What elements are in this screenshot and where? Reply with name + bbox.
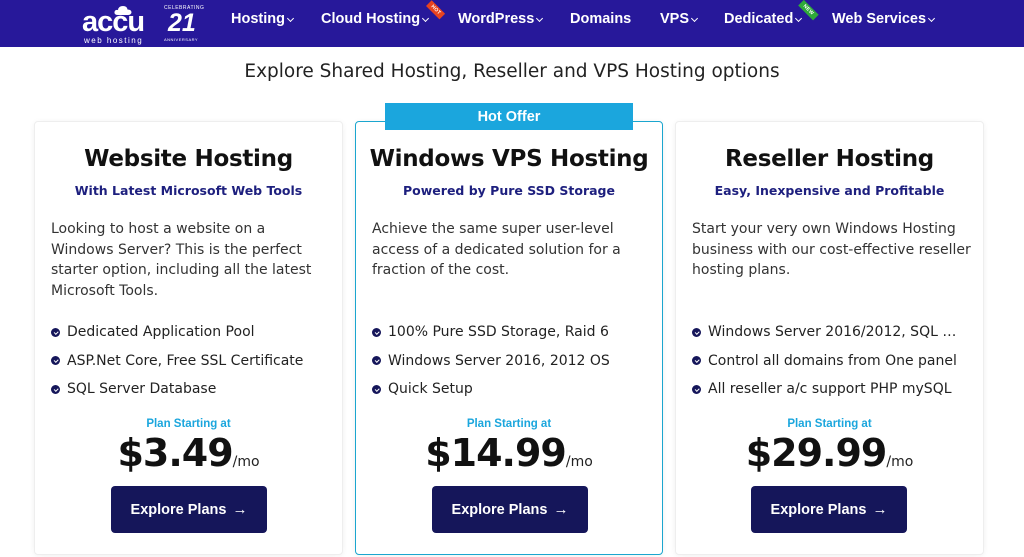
section-subtitle: Explore Shared Hosting, Reseller and VPS… bbox=[244, 61, 780, 82]
nav-item-wordpress[interactable]: WordPress bbox=[458, 11, 544, 27]
chevron-down-icon bbox=[422, 14, 430, 22]
arrow-right-icon: → bbox=[553, 501, 569, 518]
plan-tagline: With Latest Microsoft Web Tools bbox=[74, 183, 303, 198]
check-circle-icon bbox=[51, 384, 60, 394]
feature-list: Dedicated Application Pool ASP.Net Core,… bbox=[51, 318, 336, 404]
hot-offer-badge: Hot Offer bbox=[385, 103, 633, 130]
arrow-right-icon: → bbox=[872, 501, 888, 518]
nav-item-cloud-hosting[interactable]: Cloud Hosting bbox=[321, 11, 430, 27]
list-item: SQL Server Database bbox=[51, 375, 336, 404]
price-period: /mo bbox=[886, 454, 914, 470]
check-circle-icon bbox=[372, 327, 381, 337]
nav-label: Domains bbox=[570, 11, 632, 27]
list-item: Windows Server 2016, 2012 OS bbox=[372, 347, 657, 376]
plan-starting-label: Plan Starting at bbox=[146, 418, 231, 430]
explore-plans-button[interactable]: Explore Plans → bbox=[751, 486, 907, 533]
price-row: $29.99/mo bbox=[676, 431, 983, 475]
nav-item-dedicated[interactable]: Dedicated bbox=[724, 11, 803, 27]
feature-list: Windows Server 2016/2012, SQL 2... Contr… bbox=[692, 318, 977, 404]
feature-text: All reseller a/c support PHP mySQL bbox=[708, 381, 952, 398]
plan-starting-label: Plan Starting at bbox=[787, 418, 872, 430]
check-circle-icon bbox=[692, 384, 701, 394]
feature-text: Control all domains from One panel bbox=[708, 352, 957, 369]
check-circle-icon bbox=[372, 384, 381, 394]
check-circle-icon bbox=[51, 327, 60, 337]
plan-title: Reseller Hosting bbox=[725, 146, 934, 172]
explore-plans-button[interactable]: Explore Plans → bbox=[111, 486, 267, 533]
nav-label: Web Services bbox=[832, 11, 927, 27]
feature-text: Windows Server 2016, 2012 OS bbox=[388, 352, 610, 369]
list-item: Dedicated Application Pool bbox=[51, 318, 336, 347]
feature-text: 100% Pure SSD Storage, Raid 6 bbox=[388, 324, 609, 341]
check-circle-icon bbox=[51, 356, 60, 366]
nav-label: WordPress bbox=[458, 11, 535, 27]
plan-price: $14.99 bbox=[425, 431, 567, 475]
plan-tagline: Easy, Inexpensive and Profitable bbox=[714, 183, 945, 198]
hot-ribbon: HOT bbox=[426, 0, 446, 20]
list-item: 100% Pure SSD Storage, Raid 6 bbox=[372, 318, 657, 347]
plan-description: Achieve the same super user-level access… bbox=[372, 221, 621, 279]
anniversary-number: 21 bbox=[168, 9, 196, 37]
price-row: $14.99/mo bbox=[356, 431, 662, 475]
plan-card-reseller-hosting: Reseller Hosting Easy, Inexpensive and P… bbox=[675, 121, 984, 555]
list-item: Windows Server 2016/2012, SQL 2... bbox=[692, 318, 977, 347]
nav-label: Dedicated bbox=[724, 11, 794, 27]
chevron-down-icon bbox=[795, 14, 803, 22]
list-item: Control all domains from One panel bbox=[692, 347, 977, 376]
button-label: Explore Plans bbox=[770, 501, 867, 518]
brand-logo[interactable]: accu web hosting CELEBRATING 21 ANNIVERS… bbox=[82, 3, 204, 45]
price-period: /mo bbox=[232, 454, 260, 470]
brand-tagline: web hosting bbox=[84, 36, 144, 45]
feature-text: ASP.Net Core, Free SSL Certificate bbox=[67, 352, 304, 369]
nav-label: Cloud Hosting bbox=[321, 11, 421, 27]
nav-label: VPS bbox=[660, 11, 690, 27]
chevron-down-icon bbox=[286, 14, 295, 22]
nav-item-web-services[interactable]: Web Services bbox=[832, 11, 936, 27]
plan-description: Start your very own Windows Hosting busi… bbox=[692, 221, 971, 279]
nav-item-hosting[interactable]: Hosting bbox=[231, 11, 295, 27]
anniversary-badge: CELEBRATING 21 ANNIVERSARY bbox=[164, 5, 204, 43]
top-navbar: accu web hosting CELEBRATING 21 ANNIVERS… bbox=[0, 0, 1024, 47]
list-item: Quick Setup bbox=[372, 375, 657, 404]
feature-list: 100% Pure SSD Storage, Raid 6 Windows Se… bbox=[372, 318, 657, 404]
plan-price: $29.99 bbox=[745, 431, 888, 475]
plan-title: Website Hosting bbox=[84, 146, 293, 172]
check-circle-icon bbox=[692, 327, 701, 337]
arrow-right-icon: → bbox=[232, 501, 248, 518]
list-item: ASP.Net Core, Free SSL Certificate bbox=[51, 347, 336, 376]
nav-label: Hosting bbox=[231, 11, 285, 27]
plan-starting-label: Plan Starting at bbox=[466, 418, 552, 430]
check-circle-icon bbox=[372, 356, 381, 366]
feature-text: Windows Server 2016/2012, SQL 2... bbox=[708, 324, 963, 341]
plan-card-website-hosting: Website Hosting With Latest Microsoft We… bbox=[34, 121, 343, 555]
feature-text: SQL Server Database bbox=[67, 381, 217, 398]
button-label: Explore Plans bbox=[451, 501, 548, 518]
nav-item-vps[interactable]: VPS bbox=[660, 11, 699, 27]
nav-item-domains[interactable]: Domains bbox=[570, 11, 631, 27]
anniversary-bottom-text: ANNIVERSARY bbox=[164, 37, 199, 42]
chevron-down-icon bbox=[690, 14, 699, 22]
list-item: All reseller a/c support PHP mySQL bbox=[692, 375, 977, 404]
explore-plans-button[interactable]: Explore Plans → bbox=[432, 486, 588, 533]
brand-name: accu bbox=[82, 6, 145, 38]
plan-description: Looking to host a website on a Windows S… bbox=[51, 221, 312, 299]
chevron-down-icon bbox=[536, 14, 544, 22]
price-row: $3.49/mo bbox=[35, 431, 342, 475]
price-period: /mo bbox=[565, 454, 593, 470]
plan-price: $3.49 bbox=[117, 431, 233, 475]
plan-title: Windows VPS Hosting bbox=[369, 146, 649, 172]
plan-card-windows-vps-hosting: Windows VPS Hosting Powered by Pure SSD … bbox=[355, 121, 663, 555]
button-label: Explore Plans bbox=[130, 501, 227, 518]
feature-text: Quick Setup bbox=[388, 381, 473, 398]
check-circle-icon bbox=[692, 356, 701, 366]
feature-text: Dedicated Application Pool bbox=[67, 324, 255, 341]
chevron-down-icon bbox=[928, 14, 936, 22]
plan-tagline: Powered by Pure SSD Storage bbox=[403, 183, 615, 198]
